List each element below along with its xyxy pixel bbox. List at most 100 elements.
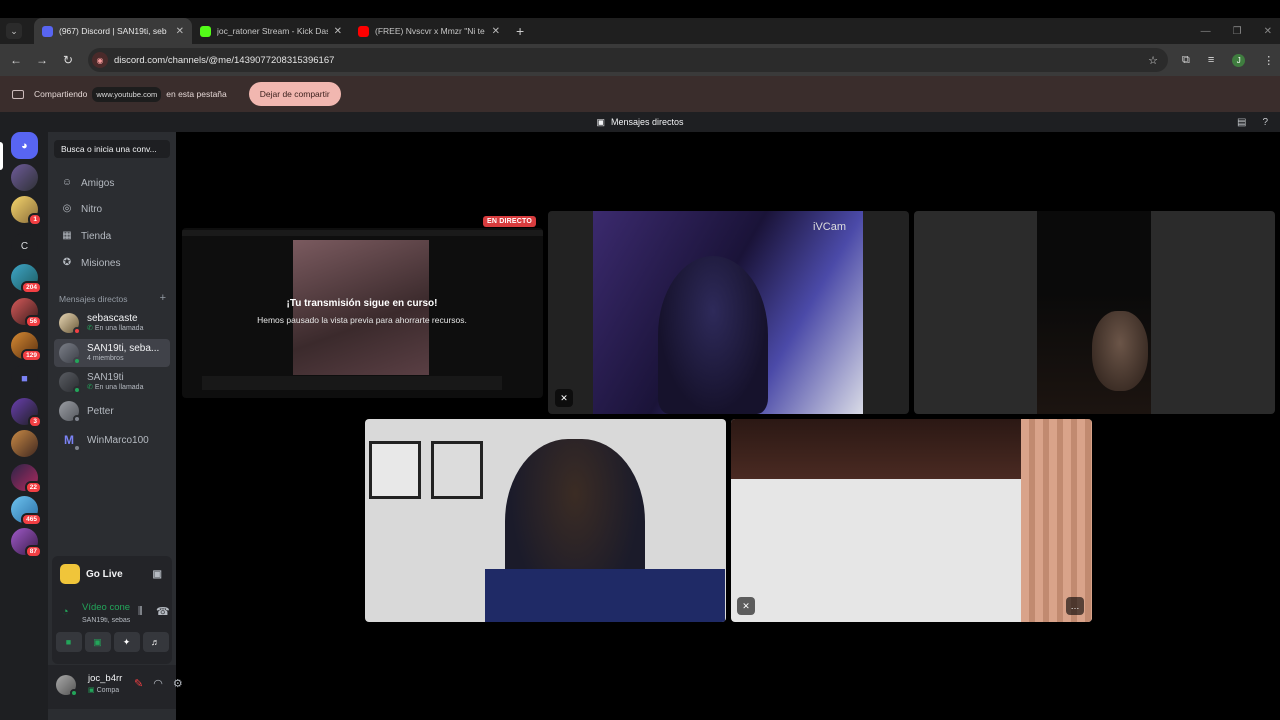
site-info-icon[interactable]: ◉ (92, 52, 108, 68)
reload-icon[interactable]: ↻ (56, 53, 80, 67)
youtube-favicon-icon (358, 25, 369, 37)
help-icon[interactable]: ? (1262, 117, 1268, 128)
screen-share-button[interactable]: ▣ (84, 632, 111, 652)
video-tile[interactable] (365, 419, 726, 622)
video-tile[interactable]: iVCam ✕ (548, 211, 909, 414)
noise-suppression-icon[interactable]: ⫼ (138, 606, 143, 617)
nav-quests[interactable]: ✪ Misiones (54, 252, 170, 274)
server-icon[interactable] (11, 430, 38, 457)
stream-tile[interactable] (182, 228, 543, 398)
extensions-icon[interactable]: ⧉ (1182, 54, 1190, 67)
url-field[interactable]: ◉ discord.com/channels/@me/1439077208315… (88, 48, 1168, 72)
nav-shop[interactable]: ▦ Tienda (54, 225, 170, 247)
server-list: ◕ 1 C 204 56 129 ■ 3 22 465 87 (0, 132, 48, 720)
dm-item-winmarco100[interactable]: M WinMarco100 (54, 426, 170, 454)
server-icon[interactable]: 56 (11, 298, 42, 328)
server-icon[interactable]: 87 (11, 528, 42, 558)
dm-item-group[interactable]: SAN19ti, seba... 4 miembros (54, 339, 170, 367)
user-status: ▣ Compartiendo (88, 686, 119, 694)
create-dm-button[interactable]: + (160, 293, 166, 304)
voice-status[interactable]: Vídeo conectado (82, 602, 130, 613)
tab-kick[interactable]: joc_ratoner Stream - Kick Dashb ✕ (192, 18, 350, 44)
user-avatar[interactable] (56, 675, 78, 697)
title-bar-text: Mensajes directos (610, 117, 684, 127)
camera-button[interactable]: ■ (55, 632, 82, 652)
close-icon[interactable]: ✕ (492, 26, 500, 37)
profile-avatar[interactable]: J (1232, 53, 1246, 67)
dm-item-petter[interactable]: Petter (54, 397, 170, 425)
window-controls: — ❐ ✕ (1201, 18, 1272, 44)
video-tile[interactable]: ✕ … (731, 419, 1092, 622)
go-live-toggle-icon[interactable]: ▣ (153, 569, 162, 580)
tab-title: (967) Discord | SAN19ti, seb (59, 26, 167, 36)
new-tab-button[interactable]: + (516, 23, 524, 39)
search-input[interactable]: Busca o inicia una conv... (54, 140, 170, 158)
unread-badge: 129 (21, 349, 42, 362)
nav-nitro[interactable]: ◎ Nitro (54, 198, 170, 220)
server-icon[interactable]: 129 (11, 332, 42, 362)
tab-youtube[interactable]: (FREE) Nvscvr x Mmzr "Ni te ✕ (350, 18, 508, 44)
server-icon[interactable]: 22 (11, 464, 42, 494)
video-tile[interactable] (914, 211, 1275, 414)
server-icon[interactable]: 204 (11, 264, 42, 294)
go-live-icon (60, 564, 80, 584)
media-control-icon[interactable]: ≡ (1208, 54, 1214, 66)
status-dot (73, 357, 81, 365)
stream-preview-toolbar (182, 230, 543, 236)
minimize-icon[interactable]: — (1201, 26, 1211, 37)
server-icon[interactable]: 3 (11, 398, 42, 428)
kick-favicon-icon (200, 25, 211, 37)
go-live-row[interactable]: Go Live ▣ (54, 558, 170, 590)
discord-title-bar: ▣ Mensajes directos ▤ ? (0, 112, 1280, 132)
dm-sub-label: 4 miembros (87, 355, 124, 362)
menu-icon[interactable]: ⋮ (1263, 54, 1274, 67)
soundboard-button[interactable]: ♬ (142, 632, 169, 652)
signal-icon: ◔ (62, 606, 69, 618)
voice-action-buttons: ■ ▣ ✦ ♬ (54, 632, 170, 654)
dm-item-sebascaste[interactable]: sebascaste ✆ En una llamada (54, 309, 170, 337)
server-icon[interactable] (11, 164, 38, 191)
settings-gear-icon[interactable]: ⚙ (173, 677, 183, 690)
restore-icon[interactable]: ❐ (1233, 26, 1242, 37)
screen-share-icon (12, 89, 24, 99)
tab-discord[interactable]: (967) Discord | SAN19ti, seb ✕ (34, 18, 192, 44)
quests-icon: ✪ (62, 257, 72, 268)
dm-name: WinMarco100 (87, 434, 149, 446)
disconnect-icon[interactable]: ☎ (156, 605, 170, 618)
shirt (485, 569, 725, 622)
sharing-prefix: Compartiendo (34, 89, 88, 99)
stop-sharing-button[interactable]: Dejar de compartir (248, 82, 341, 106)
avatar (59, 313, 81, 335)
server-icon[interactable]: 1 (11, 196, 42, 226)
go-live-label: Go Live (86, 568, 123, 580)
server-icon[interactable]: C (11, 233, 38, 260)
dm-item-san19ti[interactable]: SAN19ti ✆ En una llamada (54, 368, 170, 396)
camera-watermark: iVCam (813, 221, 847, 233)
shop-icon: ▦ (62, 230, 72, 241)
phone-icon: ✆ (87, 384, 95, 391)
activities-button[interactable]: ✦ (113, 632, 140, 652)
close-window-icon[interactable]: ✕ (1264, 26, 1272, 37)
folder-icon[interactable]: ■ (11, 365, 38, 392)
inbox-icon[interactable]: ▤ (1237, 117, 1246, 128)
person-silhouette (658, 256, 768, 414)
avatar (59, 401, 81, 423)
nav-friends[interactable]: ☺ Amigos (54, 172, 170, 194)
tab-strip: ⌄ (967) Discord | SAN19ti, seb ✕ joc_rat… (0, 18, 1280, 44)
back-icon[interactable]: ← (4, 53, 28, 67)
server-icon[interactable]: 465 (11, 496, 42, 526)
close-icon[interactable]: ✕ (176, 26, 184, 37)
close-icon[interactable]: ✕ (334, 26, 342, 37)
mic-muted-icon[interactable]: ✎ (134, 677, 143, 690)
bookmark-star-icon[interactable]: ☆ (1148, 54, 1158, 67)
username[interactable]: joc_b4rr (88, 673, 122, 684)
tab-title: joc_ratoner Stream - Kick Dashb (217, 26, 328, 36)
headphones-icon[interactable]: ◠ (153, 677, 163, 690)
tab-search-button[interactable]: ⌄ (6, 23, 22, 39)
discord-favicon-icon (42, 25, 53, 37)
unread-badge: 22 (24, 481, 42, 494)
home-discord-icon[interactable]: ◕ (11, 132, 38, 159)
title-bar-actions: ▤ ? (1237, 117, 1268, 128)
more-options-icon[interactable]: … (1066, 597, 1084, 615)
forward-icon[interactable]: → (30, 53, 54, 67)
